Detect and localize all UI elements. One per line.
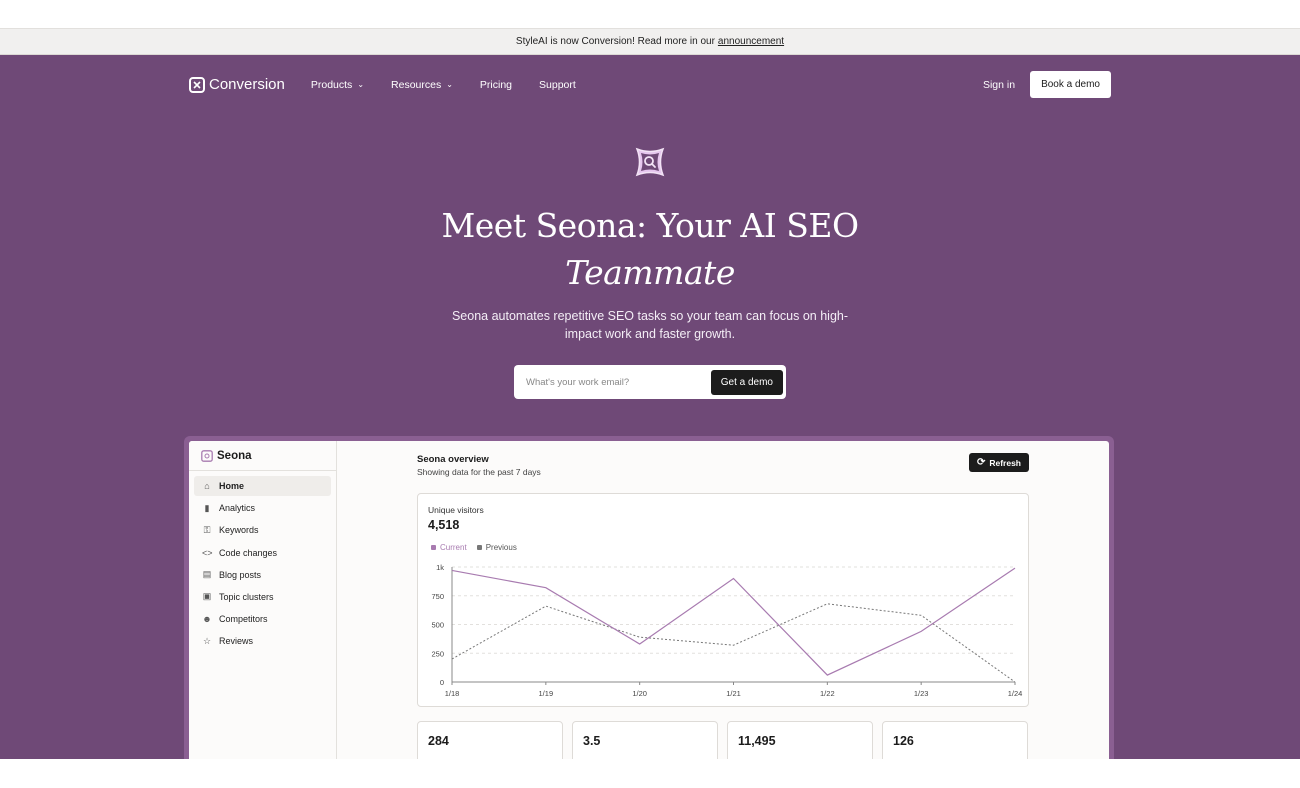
headline-line-1: Meet Seona: Your AI SEO	[441, 206, 859, 245]
sidebar-item-blog-posts[interactable]: ▤ Blog posts	[194, 565, 331, 585]
announcement-text: StyleAI is now Conversion! Read more in …	[515, 36, 715, 47]
chevron-down-icon: ⌄	[446, 80, 453, 89]
scan-icon: ▣	[202, 591, 212, 602]
sidebar-item-label: Topic clusters	[219, 591, 274, 602]
refresh-label: Refresh	[989, 457, 1021, 468]
announcement-link[interactable]: announcement	[718, 36, 784, 47]
top-blank-area	[0, 0, 1300, 28]
nav-resources-label: Resources	[391, 78, 442, 91]
sidebar-item-keywords[interactable]: ⚿ Keywords	[194, 520, 331, 540]
work-email-input[interactable]	[517, 376, 711, 388]
stat-card: 3.5	[572, 721, 718, 759]
series-line-previous	[451, 603, 1016, 683]
sidebar-item-code-changes[interactable]: <> Code changes	[194, 543, 331, 563]
y-tick-label: 250	[431, 649, 444, 658]
book-demo-button[interactable]: Book a demo	[1030, 71, 1111, 98]
y-tick-label: 1k	[436, 563, 444, 572]
sidebar-item-label: Blog posts	[219, 569, 262, 580]
hero-headline: Meet Seona: Your AI SEO Teammate	[0, 202, 1300, 296]
bottom-blank-area	[0, 759, 1300, 788]
key-icon: ⚿	[203, 524, 211, 535]
nav-products[interactable]: Products ⌄	[311, 79, 364, 91]
get-demo-button[interactable]: Get a demo	[710, 369, 783, 395]
refresh-button[interactable]: ⟳ Refresh	[968, 453, 1029, 472]
x-tick-label: 1/21	[726, 689, 741, 698]
conversion-logo-icon	[189, 76, 205, 93]
users-icon: ☻	[202, 614, 212, 625]
nav-support-label: Support	[539, 78, 576, 91]
visitors-line-chart: 0 250 500 750 1k 1/18 1/19 1/20 1/21 1/22 1/23 1/24	[431, 563, 1023, 698]
overview-subtitle: Showing data for the past 7 days	[417, 467, 541, 477]
app-preview: Seona ⌂ Home ▮ Analytics ⚿ Keywords <> C…	[189, 441, 1109, 759]
home-icon: ⌂	[204, 481, 210, 491]
stat-card: 11,495	[727, 721, 873, 759]
top-nav: Conversion Products ⌄ Resources ⌄ Pricin…	[189, 70, 1111, 99]
nav-pricing[interactable]: Pricing	[480, 79, 512, 91]
code-icon: <>	[202, 547, 213, 558]
x-tick-label: 1/22	[820, 689, 835, 698]
chevron-down-icon: ⌄	[357, 80, 365, 89]
document-icon: ▤	[202, 569, 212, 580]
bar-chart-icon: ▮	[204, 502, 210, 513]
y-tick-label: 750	[431, 592, 444, 601]
headline-line-2: Teammate	[565, 253, 735, 292]
nav-support[interactable]: Support	[539, 79, 576, 91]
sidebar-item-analytics[interactable]: ▮ Analytics	[194, 498, 331, 518]
sidebar-item-label: Analytics	[219, 503, 256, 514]
hero-subtext: Seona automates repetitive SEO tasks so …	[451, 309, 849, 341]
x-tick-label: 1/23	[914, 689, 929, 698]
app-sidebar-header: Seona	[189, 441, 336, 471]
sidebar-item-label: Home	[219, 481, 245, 491]
app-name: Seona	[217, 449, 252, 462]
app-sidebar-items: ⌂ Home ▮ Analytics ⚿ Keywords <> Code ch…	[189, 471, 336, 659]
app-sidebar: Seona ⌂ Home ▮ Analytics ⚿ Keywords <> C…	[189, 441, 337, 759]
seona-logo-icon	[635, 147, 665, 177]
stat-card: 126	[882, 721, 1028, 759]
overview-title: Seona overview	[417, 454, 489, 465]
refresh-icon: ⟳	[976, 457, 986, 468]
nav-products-label: Products	[310, 78, 353, 91]
sidebar-item-label: Code changes	[219, 547, 278, 558]
email-form: Get a demo	[514, 365, 786, 399]
app-main: Seona overview Showing data for the past…	[337, 441, 1109, 759]
nav-links: Products ⌄ Resources ⌄ Pricing Support	[311, 79, 603, 91]
brand-logo[interactable]: Conversion	[189, 76, 285, 93]
hero-section: Conversion Products ⌄ Resources ⌄ Pricin…	[0, 55, 1300, 759]
x-tick-label: 1/19	[539, 689, 554, 698]
nav-resources[interactable]: Resources ⌄	[391, 79, 453, 91]
stat-card: 284	[417, 721, 563, 759]
app-preview-frame: Seona ⌂ Home ▮ Analytics ⚿ Keywords <> C…	[184, 436, 1114, 759]
sign-in-link[interactable]: Sign in	[983, 79, 1015, 91]
sidebar-item-label: Keywords	[219, 525, 259, 536]
sidebar-item-topic-clusters[interactable]: ▣ Topic clusters	[194, 587, 331, 607]
sidebar-item-competitors[interactable]: ☻ Competitors	[194, 609, 331, 629]
sidebar-item-label: Competitors	[219, 614, 268, 625]
nav-pricing-label: Pricing	[479, 78, 513, 91]
nav-actions: Sign in Book a demo	[983, 71, 1111, 98]
sidebar-item-reviews[interactable]: ☆ Reviews	[194, 631, 331, 651]
y-tick-label: 0	[440, 678, 444, 687]
sidebar-item-label: Reviews	[219, 636, 254, 647]
sidebar-item-home[interactable]: ⌂ Home	[194, 476, 331, 496]
announcement-bar: StyleAI is now Conversion! Read more in …	[0, 28, 1300, 55]
x-tick-label: 1/24	[1008, 689, 1023, 698]
stats-row: 284 3.5 11,495 126	[417, 721, 1028, 759]
brand-name: Conversion	[209, 76, 285, 93]
y-tick-label: 500	[431, 621, 444, 630]
x-tick-label: 1/20	[632, 689, 647, 698]
x-tick-label: 1/18	[445, 689, 460, 698]
seona-small-logo-icon	[201, 449, 213, 462]
star-icon: ☆	[202, 635, 212, 646]
unique-visitors-card: Unique visitors 4,518 Current Previous 0…	[417, 493, 1029, 707]
